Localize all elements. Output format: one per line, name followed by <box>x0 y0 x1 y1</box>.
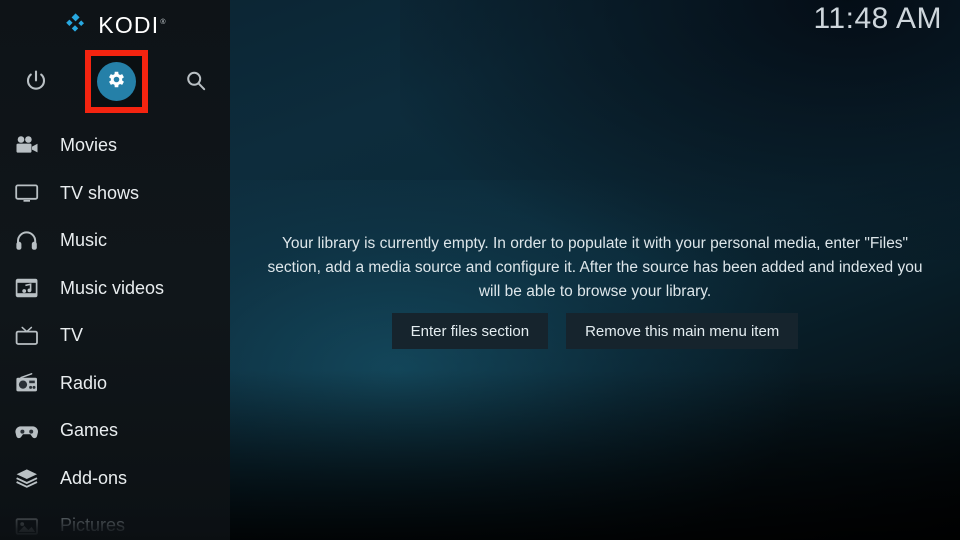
sidebar-item-label: TV shows <box>60 182 140 203</box>
sidebar-item-label: Music videos <box>60 277 165 298</box>
sidebar: KODI® Movies TV shows Music Music videos… <box>0 0 230 540</box>
search-button[interactable] <box>165 52 227 114</box>
radio-icon <box>8 368 46 398</box>
monitor-icon <box>8 178 46 208</box>
remove-main-menu-item-button[interactable]: Remove this main menu item <box>566 313 799 349</box>
kodi-home-screen: 11:48 AM Your library is currently empty… <box>0 0 960 540</box>
headphones-icon <box>8 226 46 256</box>
kodi-wordmark-text: KODI <box>98 11 160 38</box>
power-icon <box>24 69 48 98</box>
sidebar-item-label: TV <box>60 325 84 346</box>
movie-camera-icon <box>8 131 46 161</box>
kodi-logo-icon <box>63 12 89 38</box>
sidebar-item-label: Radio <box>60 372 108 393</box>
kodi-logo: KODI® <box>0 8 230 42</box>
enter-files-section-button[interactable]: Enter files section <box>391 313 549 349</box>
action-button-row: Enter files section Remove this main men… <box>230 313 960 349</box>
kodi-wordmark: KODI® <box>98 12 166 39</box>
sidebar-item-label: Add-ons <box>60 467 128 488</box>
sidebar-item-movies[interactable]: Movies <box>0 122 230 170</box>
sidebar-item-radio[interactable]: Radio <box>0 360 230 408</box>
sidebar-item-pictures[interactable]: Pictures <box>0 502 230 540</box>
registered-mark: ® <box>160 18 167 26</box>
sidebar-item-games[interactable]: Games <box>0 407 230 455</box>
picture-icon <box>8 511 46 540</box>
settings-button[interactable] <box>97 62 136 101</box>
sidebar-item-label: Games <box>60 420 119 441</box>
empty-library-message: Your library is currently empty. In orde… <box>267 235 923 300</box>
gear-icon <box>106 69 127 95</box>
package-icon <box>8 463 46 493</box>
main-content: Your library is currently empty. In orde… <box>230 0 960 540</box>
power-button[interactable] <box>5 52 67 114</box>
television-icon <box>8 321 46 351</box>
sidebar-item-add-ons[interactable]: Add-ons <box>0 455 230 503</box>
sidebar-item-music-videos[interactable]: Music videos <box>0 265 230 313</box>
sidebar-item-label: Pictures <box>60 515 126 536</box>
film-music-icon <box>8 273 46 303</box>
sidebar-item-label: Music <box>60 230 108 251</box>
sidebar-item-tv-shows[interactable]: TV shows <box>0 170 230 218</box>
sidebar-item-music[interactable]: Music <box>0 217 230 265</box>
sidebar-item-label: Movies <box>60 135 118 156</box>
search-icon <box>184 69 208 98</box>
sidebar-item-tv[interactable]: TV <box>0 312 230 360</box>
sidebar-menu: Movies TV shows Music Music videos TV Ra… <box>0 122 230 540</box>
gamepad-icon <box>8 416 46 446</box>
